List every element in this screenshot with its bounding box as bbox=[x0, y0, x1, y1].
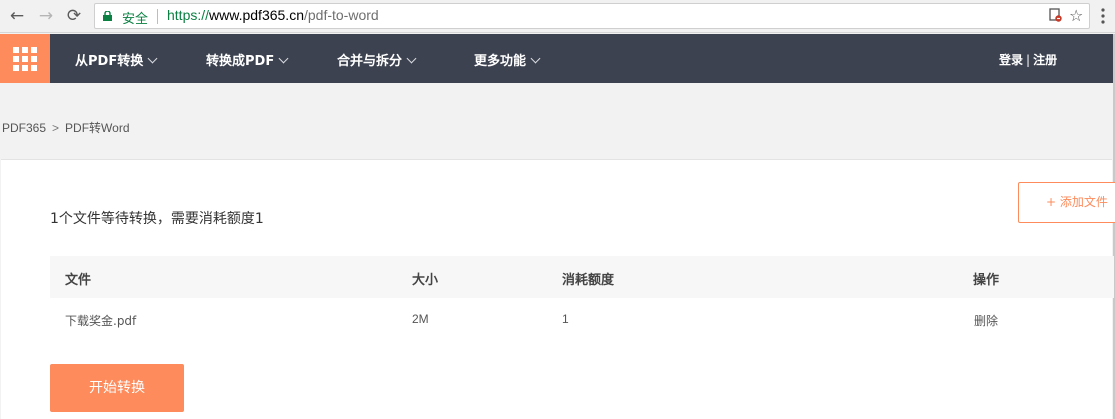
delete-button[interactable]: 删除 bbox=[974, 312, 998, 329]
conversion-panel: 1个文件等待转换，需要消耗额度1 + 添加文件 文件 大小 消耗额度 操作 下载… bbox=[1, 159, 1115, 419]
breadcrumb-home[interactable]: PDF365 bbox=[2, 121, 46, 135]
chevron-down-icon bbox=[278, 53, 289, 64]
address-bar[interactable]: 安全 https://www.pdf365.cn/pdf-to-word ☆ bbox=[94, 3, 1090, 29]
file-name: 下载奖金.pdf bbox=[65, 314, 137, 328]
url-text[interactable]: https://www.pdf365.cn/pdf-to-word bbox=[167, 7, 379, 23]
arrow-left-icon[interactable]: ← bbox=[7, 6, 27, 26]
nav-to-pdf[interactable]: 转换成PDF bbox=[206, 50, 289, 69]
app-grid-icon[interactable] bbox=[0, 34, 50, 83]
breadcrumb-separator: > bbox=[52, 121, 60, 135]
column-action: 操作 bbox=[973, 273, 1000, 288]
file-table: 文件 大小 消耗额度 操作 下载奖金.pdf 2M 1 删除 bbox=[50, 256, 1114, 340]
file-size: 2M bbox=[412, 312, 429, 326]
chevron-down-icon bbox=[147, 53, 158, 64]
queue-summary: 1个文件等待转换，需要消耗额度1 bbox=[50, 211, 264, 227]
table-row: 下载奖金.pdf 2M 1 删除 bbox=[50, 298, 1114, 340]
nav-merge-split[interactable]: 合并与拆分 bbox=[337, 50, 417, 69]
reload-icon[interactable]: ⟳ bbox=[64, 6, 84, 26]
column-credits: 消耗额度 bbox=[562, 273, 615, 288]
browser-toolbar: ← → ⟳ 安全 https://www.pdf365.cn/pdf-to-wo… bbox=[0, 0, 1115, 33]
chevron-down-icon bbox=[406, 53, 417, 64]
file-credits: 1 bbox=[562, 312, 569, 326]
chevron-down-icon bbox=[530, 53, 541, 64]
arrow-right-icon[interactable]: → bbox=[36, 6, 56, 26]
table-header: 文件 大小 消耗额度 操作 bbox=[50, 256, 1114, 298]
address-divider bbox=[157, 9, 158, 24]
nav-from-pdf[interactable]: 从PDF转换 bbox=[75, 50, 158, 69]
secure-label: 安全 bbox=[122, 11, 149, 26]
auth-links: 登录 | 注册 bbox=[999, 51, 1057, 68]
site-header: 从PDF转换 转换成PDF 合并与拆分 更多功能 登录 | 注册 bbox=[0, 34, 1115, 83]
add-file-button[interactable]: + 添加文件 bbox=[1018, 182, 1115, 223]
breadcrumb-current: PDF转Word bbox=[65, 121, 130, 135]
star-icon[interactable]: ☆ bbox=[1069, 8, 1083, 24]
nav-more-features[interactable]: 更多功能 bbox=[474, 50, 541, 69]
lock-icon bbox=[103, 11, 112, 21]
column-size: 大小 bbox=[412, 273, 439, 288]
breadcrumb: PDF365 > PDF转Word bbox=[2, 119, 130, 136]
auth-divider: | bbox=[1026, 53, 1031, 67]
start-conversion-button[interactable]: 开始转换 bbox=[50, 364, 184, 412]
column-file: 文件 bbox=[65, 273, 92, 288]
kebab-menu-icon[interactable] bbox=[1101, 7, 1105, 25]
login-link[interactable]: 登录 bbox=[999, 53, 1023, 67]
register-link[interactable]: 注册 bbox=[1033, 53, 1057, 67]
popup-blocked-icon[interactable] bbox=[1049, 8, 1062, 26]
